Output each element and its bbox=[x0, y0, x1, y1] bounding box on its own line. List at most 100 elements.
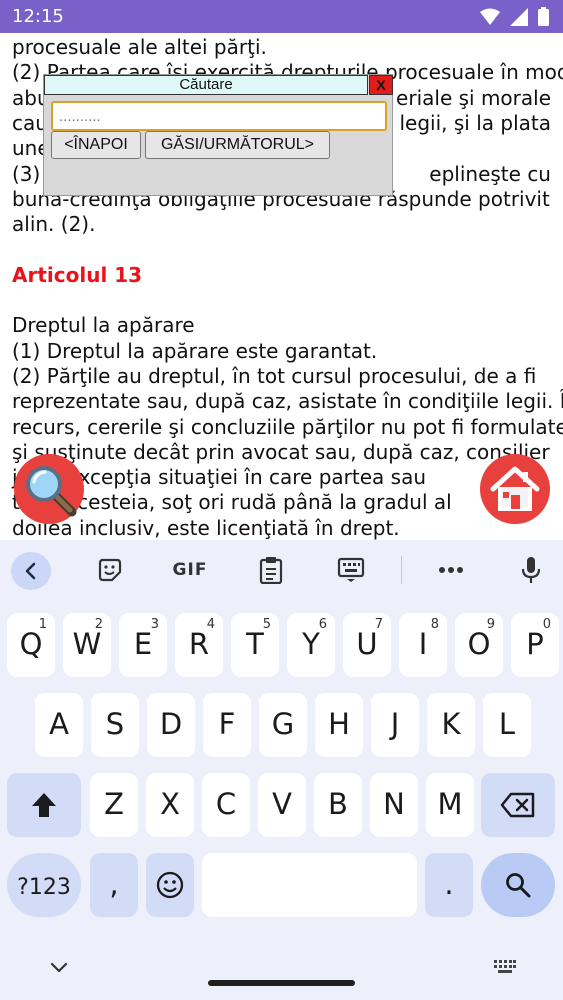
key-t[interactable]: T5 bbox=[231, 613, 279, 677]
key-letter: X bbox=[160, 787, 180, 821]
key-hint-number: 6 bbox=[318, 617, 327, 632]
key-c[interactable]: C bbox=[202, 773, 250, 837]
status-icons bbox=[480, 7, 549, 26]
key-letter: H bbox=[328, 707, 350, 741]
key-b[interactable]: B bbox=[314, 773, 362, 837]
chevron-left-icon bbox=[25, 562, 36, 580]
search-dialog-title: Căutare bbox=[44, 75, 368, 95]
key-hint-number: 1 bbox=[38, 617, 47, 632]
document-line: alin. (2). bbox=[12, 212, 96, 237]
key-k[interactable]: K bbox=[427, 693, 475, 757]
keyboard-layout-button[interactable] bbox=[331, 554, 371, 586]
key-letter: B bbox=[328, 787, 348, 821]
key-letter: O bbox=[467, 627, 491, 661]
shift-key[interactable] bbox=[7, 773, 81, 837]
document-line: Dreptul la apărare bbox=[12, 313, 195, 338]
key-letter: F bbox=[218, 707, 236, 741]
keyboard-switch-icon[interactable] bbox=[494, 960, 516, 974]
key-hint-number: 8 bbox=[430, 617, 439, 632]
key-letter: I bbox=[418, 627, 428, 661]
key-letter: K bbox=[441, 707, 461, 741]
key-m[interactable]: M bbox=[426, 773, 474, 837]
search-icon bbox=[506, 873, 531, 898]
on-screen-keyboard: GIF ?123 , . Q 1 W 2 E 3 R 4 T 5 Y 6 U 7… bbox=[0, 540, 563, 1000]
document-line: recurs, cererile şi concluziile părţilor… bbox=[12, 414, 563, 439]
key-o[interactable]: O9 bbox=[455, 613, 503, 677]
key-p[interactable]: P0 bbox=[511, 613, 559, 677]
key-letter: G bbox=[271, 707, 295, 741]
home-fab-button[interactable] bbox=[480, 454, 550, 524]
sticker-icon bbox=[98, 558, 122, 582]
keyboard-bottom-bar bbox=[0, 950, 563, 1000]
key-letter: P bbox=[526, 627, 544, 661]
status-time: 12:15 bbox=[12, 6, 64, 27]
key-s[interactable]: S bbox=[91, 693, 139, 757]
gif-label: GIF bbox=[172, 560, 208, 580]
key-hint-number: 0 bbox=[542, 617, 551, 632]
key-v[interactable]: V bbox=[258, 773, 306, 837]
search-key[interactable] bbox=[481, 853, 555, 917]
search-input[interactable] bbox=[51, 101, 387, 131]
key-q[interactable]: Q1 bbox=[7, 613, 55, 677]
key-f[interactable]: F bbox=[203, 693, 251, 757]
close-button[interactable]: X bbox=[369, 75, 393, 95]
key-r[interactable]: R4 bbox=[175, 613, 223, 677]
key-hint-number: 3 bbox=[150, 617, 159, 632]
key-letter: A bbox=[49, 707, 69, 741]
symbols-key-label: ?123 bbox=[17, 875, 71, 900]
key-a[interactable]: A bbox=[35, 693, 83, 757]
keyboard-icon bbox=[337, 557, 365, 582]
search-dialog: Căutare X <ÎNAPOI GĂSI/URMĂTORUL> bbox=[43, 74, 393, 196]
key-i[interactable]: I8 bbox=[399, 613, 447, 677]
keyboard-collapse-button[interactable] bbox=[11, 552, 51, 590]
magnifier-icon bbox=[26, 466, 77, 517]
chevron-down-icon[interactable] bbox=[50, 962, 68, 974]
key-hint-number: 7 bbox=[374, 617, 383, 632]
key-u[interactable]: U7 bbox=[343, 613, 391, 677]
emoji-icon bbox=[156, 871, 184, 899]
backspace-icon bbox=[500, 792, 535, 818]
voice-input-button[interactable] bbox=[511, 554, 551, 586]
home-icon bbox=[490, 466, 540, 511]
key-h[interactable]: H bbox=[315, 693, 363, 757]
sticker-button[interactable] bbox=[90, 554, 130, 586]
key-l[interactable]: L bbox=[483, 693, 531, 757]
key-letter: L bbox=[498, 707, 516, 741]
find-next-button[interactable]: GĂSI/URMĂTORUL> bbox=[145, 131, 330, 159]
key-d[interactable]: D bbox=[147, 693, 195, 757]
back-button[interactable]: <ÎNAPOI bbox=[51, 131, 141, 159]
key-w[interactable]: W2 bbox=[63, 613, 111, 677]
key-hint-number: 5 bbox=[262, 617, 271, 632]
key-letter: Y bbox=[302, 627, 320, 661]
document-line-tail: eriale şi morale bbox=[396, 85, 551, 110]
key-z[interactable]: Z bbox=[90, 773, 138, 837]
document-line: (3) bbox=[12, 161, 41, 186]
symbols-key[interactable]: ?123 bbox=[7, 853, 81, 917]
backspace-key[interactable] bbox=[481, 773, 555, 837]
navigation-handle[interactable] bbox=[208, 980, 355, 986]
key-g[interactable]: G bbox=[259, 693, 307, 757]
document-line: (1) Dreptul la apărare este garantat. bbox=[12, 338, 378, 363]
comma-key[interactable]: , bbox=[90, 853, 138, 917]
key-y[interactable]: Y6 bbox=[287, 613, 335, 677]
period-key-label: . bbox=[444, 867, 454, 901]
key-j[interactable]: J bbox=[371, 693, 419, 757]
key-hint-number: 9 bbox=[486, 617, 495, 632]
key-n[interactable]: N bbox=[370, 773, 418, 837]
comma-key-label: , bbox=[109, 867, 119, 901]
document-line: (2) Părţile au dreptul, în tot cursul pr… bbox=[12, 363, 537, 388]
key-letter: C bbox=[215, 787, 237, 821]
space-key[interactable] bbox=[202, 853, 417, 917]
key-letter: Q bbox=[19, 627, 43, 661]
clipboard-icon bbox=[259, 557, 283, 584]
search-fab-button[interactable] bbox=[14, 454, 84, 524]
period-key[interactable]: . bbox=[425, 853, 473, 917]
shift-arrow-icon bbox=[32, 793, 56, 817]
emoji-key[interactable] bbox=[146, 853, 194, 917]
more-options-button[interactable] bbox=[431, 554, 471, 586]
key-e[interactable]: E3 bbox=[119, 613, 167, 677]
gif-button[interactable]: GIF bbox=[170, 554, 210, 586]
key-x[interactable]: X bbox=[146, 773, 194, 837]
clipboard-button[interactable] bbox=[251, 554, 291, 586]
article-heading: Articolul 13 bbox=[12, 262, 143, 287]
